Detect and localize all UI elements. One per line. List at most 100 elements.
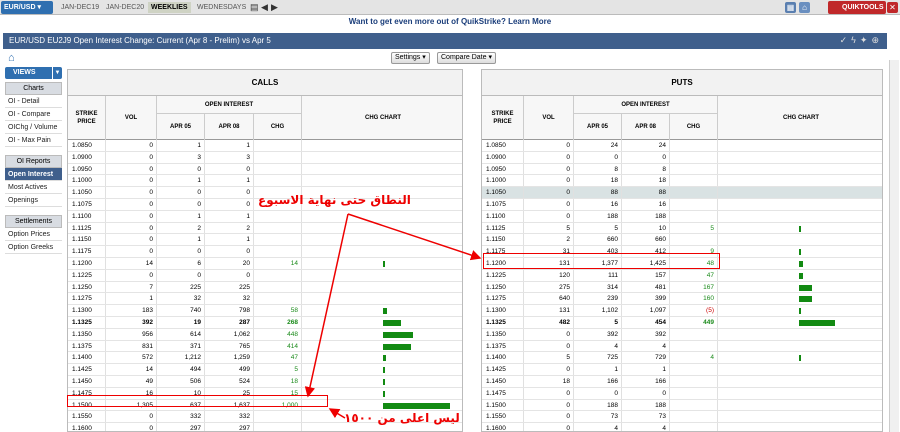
puts-row: 1.1000 0 18 18 [482,175,882,188]
page-title-bar: EUR/USD EU2J9 Open Interest Change: Curr… [3,33,887,49]
puts-cell-vol: 0 [524,328,574,340]
puts-cell-strike: 1.1600 [482,423,524,431]
calls-cell-strike: 1.1350 [68,328,106,340]
tab-wednesdays[interactable]: WEDNESDAYS [194,2,249,13]
calls-cell-a8: 1 [205,175,254,187]
calls-cell-a5: 1,212 [157,352,205,364]
quiktools-button[interactable]: QUIKTOOLS [828,1,886,14]
puts-cell-strike: 1.0850 [482,140,524,151]
calls-cell-a8: 798 [205,305,254,316]
puts-chg-bar [799,355,801,362]
puts-header: STRIKE PRICE VOL OPEN INTEREST APR 05 AP… [482,96,882,140]
puts-row: 1.1375 0 4 4 [482,340,882,353]
calls-cell-a5: 740 [157,305,205,316]
calls-cell-strike: 1.1550 [68,411,106,423]
twitter-icon[interactable]: ✦ [860,35,872,45]
puts-cell-a5: 166 [574,375,622,387]
title-actions: ✓ϟ✦⊕ [840,35,883,46]
puts-cell-chg [670,210,718,222]
sidebar-item-oi-detail[interactable]: OI - Detail [5,95,62,108]
sidebar-item-openings[interactable]: Openings [5,194,62,207]
calls-cell-chg [254,246,302,257]
calls-row: 1.0950 0 0 0 [68,163,462,176]
puts-cell-a8: 454 [622,316,670,328]
close-icon[interactable]: ✕ [887,2,898,13]
annotation-max: ليس اعلى من ١٥٠٠ [344,411,460,425]
puts-cell-vol: 0 [524,163,574,175]
calls-cell-a5: 32 [157,293,205,305]
calls-cell-a8: 0 [205,246,254,257]
calls-row: 1.1225 0 0 0 [68,269,462,282]
sidebar-item-open-interest[interactable]: Open Interest [5,168,62,181]
sidebar-item-oi-compare[interactable]: OI - Compare [5,108,62,121]
add-icon[interactable]: ⊕ [871,35,883,45]
puts-row: 1.1500 0 188 188 [482,399,882,412]
symbol-label: EUR/USD [4,4,36,11]
calls-cell-chg [254,234,302,246]
calls-cell-strike: 1.1325 [68,316,106,328]
puts-row: 1.1475 0 0 0 [482,387,882,400]
sidebar-item-option-prices[interactable]: Option Prices [5,228,62,241]
calls-cell-chg: 448 [254,328,302,340]
calls-chg-bar [383,308,387,315]
prev-icon[interactable]: ◀ [261,1,268,13]
settings-dropdown[interactable]: Settings ▾ [391,52,430,64]
home-icon[interactable]: ⌂ [8,52,15,64]
puts-cell-vol: 0 [524,140,574,151]
puts-cell-chg [670,411,718,423]
calls-cell-vol: 183 [106,305,157,316]
calls-row: 1.1450 49 506 524 18 [68,375,462,388]
symbol-selector[interactable]: EUR/USD ▾ [1,1,53,14]
puts-row: 1.1325 482 5 454 449 [482,316,882,329]
puts-cell-strike: 1.1000 [482,175,524,187]
puts-cell-vol: 131 [524,305,574,316]
puts-cell-chg [670,399,718,411]
calls-cell-a8: 332 [205,411,254,423]
tab-jan-dec19[interactable]: JAN-DEC19 [58,2,102,13]
tab-weeklies[interactable]: WEEKLIES [148,2,191,13]
puts-cell-a8: 729 [622,352,670,364]
puts-cell-a5: 1,102 [574,305,622,316]
scrollbar[interactable] [889,60,899,432]
puts-cell-strike: 1.1475 [482,387,524,399]
compare-date-label: Compare Date [441,54,487,61]
next-icon[interactable]: ▶ [271,1,278,13]
puts-row: 1.1400 5 725 729 4 [482,352,882,365]
puts-cell-a8: 4 [622,423,670,431]
check-icon[interactable]: ✓ [840,35,852,45]
calls-cell-chg: 14 [254,257,302,269]
sidebar-item-oichg-volume[interactable]: OIChg / Volume [5,121,62,134]
calls-chg-bar [383,331,414,338]
puts-cell-a8: 8 [622,163,670,175]
calls-cell-a5: 332 [157,411,205,423]
flash-icon[interactable]: ϟ [851,35,860,45]
promo-banner[interactable]: Want to get even more out of QuikStrike?… [0,17,900,26]
home-icon[interactable]: ⌂ [799,2,810,13]
puts-cell-chg [670,340,718,352]
sidebar-item-oi-max-pain[interactable]: OI - Max Pain [5,134,62,147]
highlight-box-put-1200 [483,253,720,269]
puts-cell-a8: 157 [622,269,670,281]
puts-cell-vol: 0 [524,198,574,210]
puts-row: 1.1125 5 5 10 5 [482,222,882,235]
calls-cell-a8: 2 [205,222,254,234]
puts-cell-strike: 1.1350 [482,328,524,340]
puts-panel: PUTS STRIKE PRICE VOL OPEN INTEREST APR … [481,69,883,432]
tab-jan-dec20[interactable]: JAN-DEC20 [103,2,147,13]
sidebar-item-most-actives[interactable]: Most Actives [5,181,62,194]
apr08-header: APR 08 [622,114,670,140]
calls-chg-bar [383,319,401,326]
views-button[interactable]: VIEWS ▼ [5,67,62,79]
puts-cell-strike: 1.1375 [482,340,524,352]
sidebar-item-option-greeks[interactable]: Option Greeks [5,241,62,254]
calls-cell-strike: 1.1100 [68,210,106,222]
calls-chg-bar [383,390,385,397]
puts-cell-vol: 0 [524,364,574,375]
puts-cell-strike: 1.1225 [482,269,524,281]
puts-cell-a8: 188 [622,210,670,222]
calls-cell-vol: 0 [106,234,157,246]
calls-cell-a5: 1 [157,140,205,151]
chart-icon[interactable]: ▦ [785,2,796,13]
menu-icon[interactable]: ▤ [250,1,259,13]
compare-date-dropdown[interactable]: Compare Date ▾ [437,52,496,64]
